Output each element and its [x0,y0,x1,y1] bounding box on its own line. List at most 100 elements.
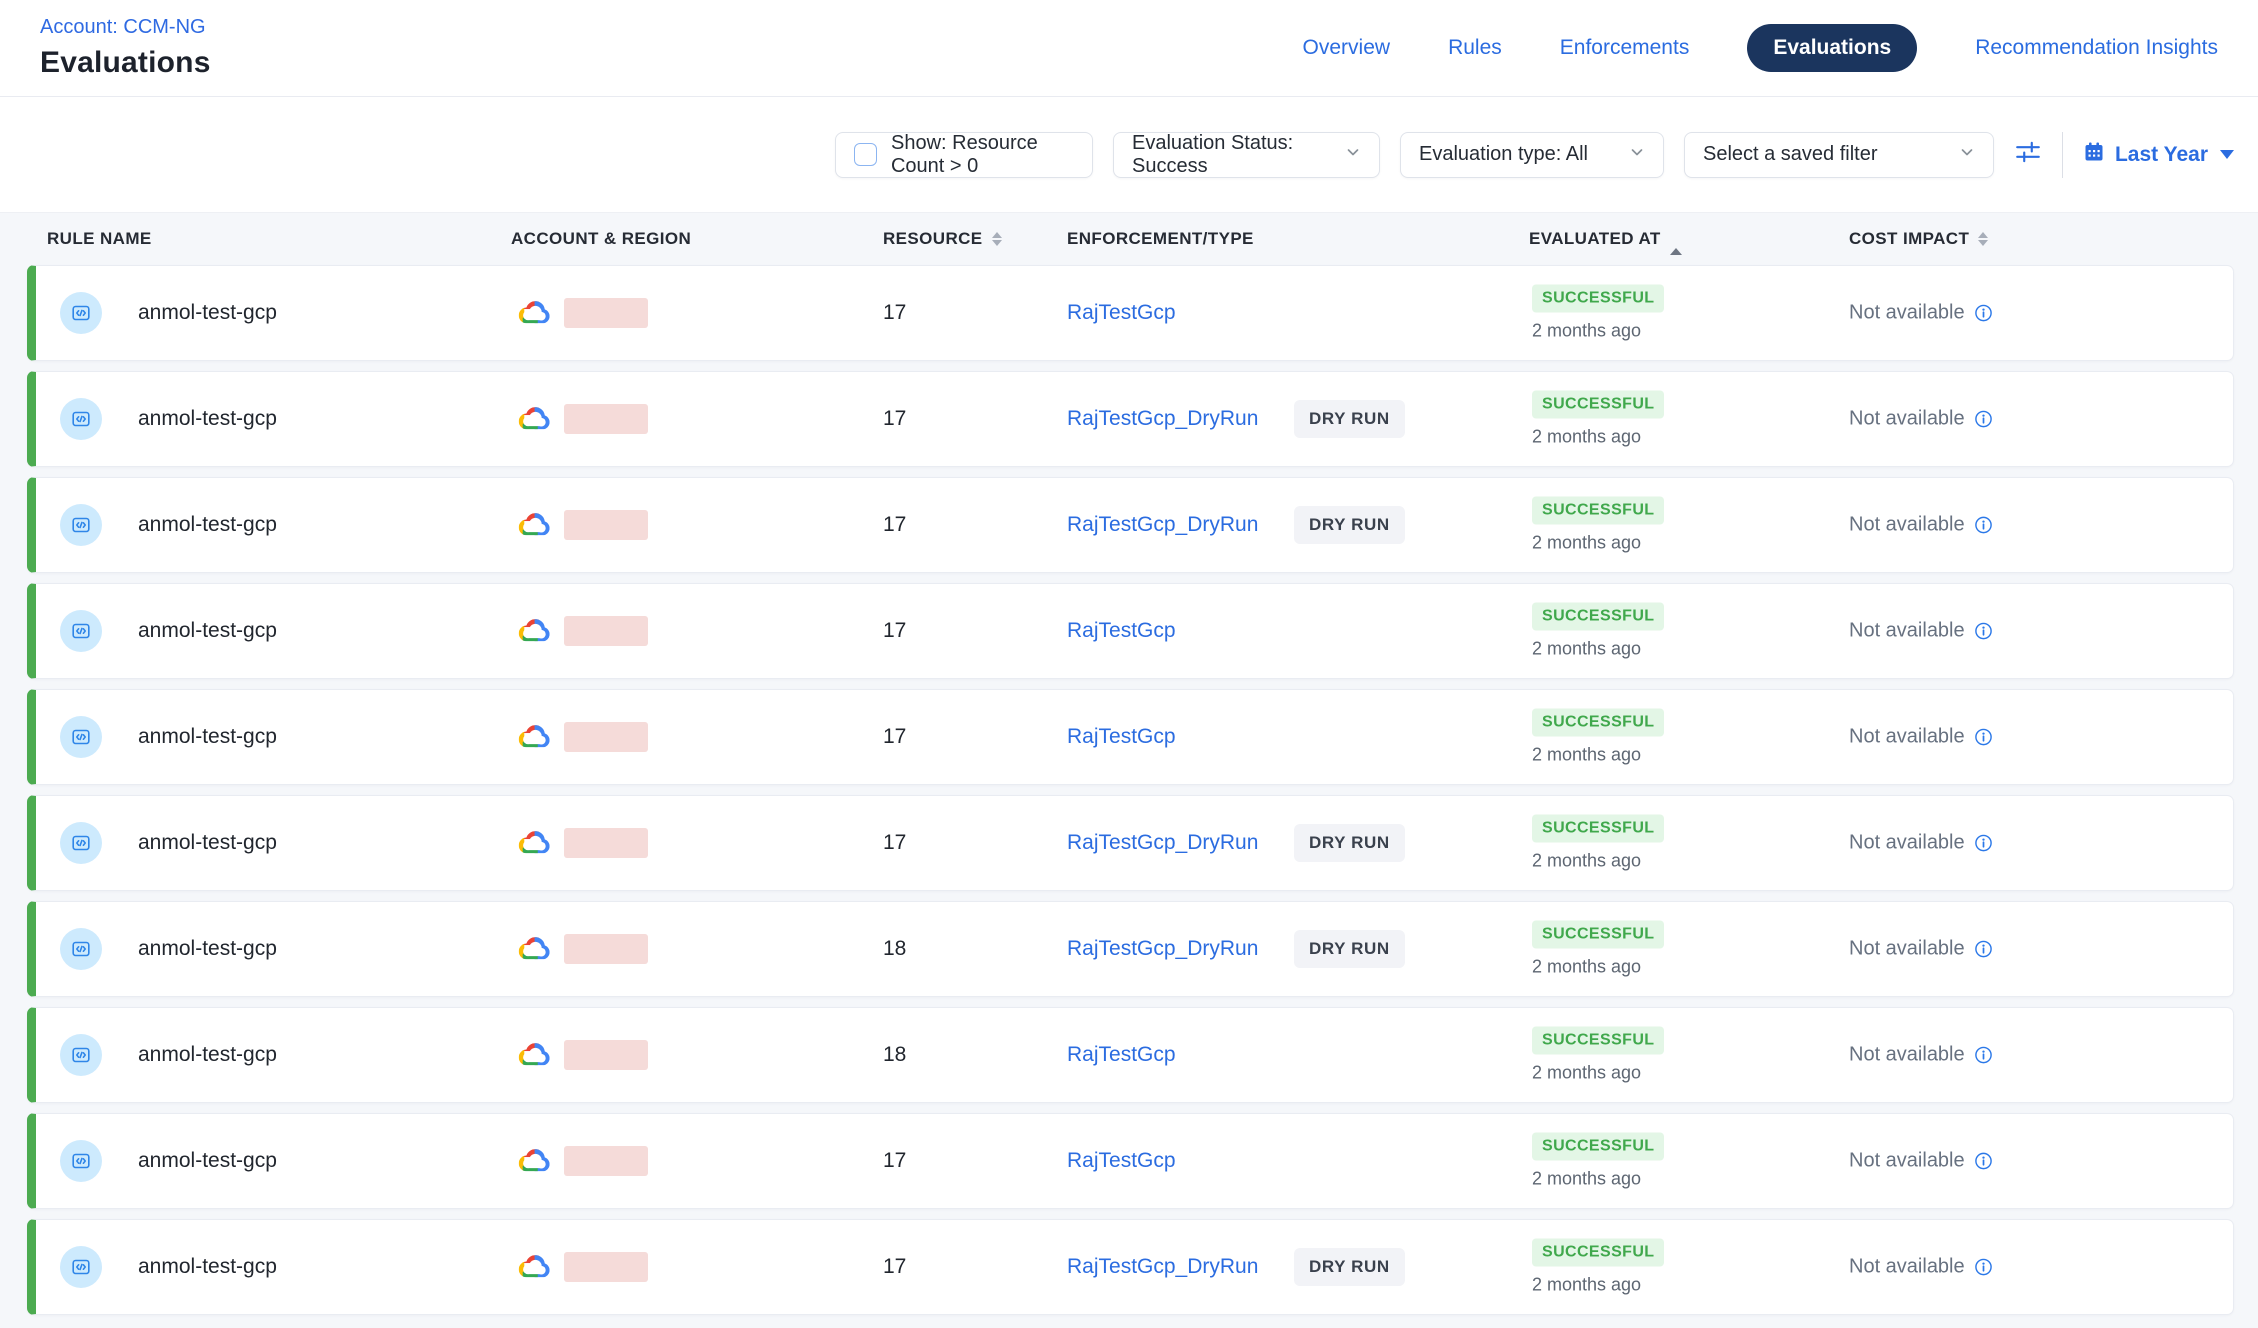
resource-count-filter[interactable]: Show: Resource Count > 0 [835,132,1093,178]
enforcement-link[interactable]: RajTestGcp_DryRun [1067,513,1258,537]
top-bar: Account: CCM-NG Evaluations Overview Rul… [0,0,2258,97]
tab-overview[interactable]: Overview [1303,36,1391,60]
rule-name: anmol-test-gcp [138,1043,277,1067]
resource-count-checkbox[interactable] [854,143,877,166]
status-badge: SUCCESSFUL [1532,921,1664,949]
enforcement-link[interactable]: RajTestGcp [1067,1149,1176,1173]
rule-name: anmol-test-gcp [138,725,277,749]
rule-icon [60,1246,102,1288]
table-row[interactable]: anmol-test-gcp 17 R [27,265,2234,361]
enforcement-link[interactable]: RajTestGcp_DryRun [1067,831,1258,855]
cost-impact-value: Not available [1849,1044,1965,1067]
resource-count: 18 [883,1043,906,1067]
info-icon[interactable] [1974,304,1993,323]
date-range-selector[interactable]: Last Year [2083,141,2234,168]
column-header-evaluated-at[interactable]: EVALUATED AT [1529,229,1682,249]
info-icon[interactable] [1974,1046,1993,1065]
table-row[interactable]: anmol-test-gcp 17 R [27,583,2234,679]
enforcement-link[interactable]: RajTestGcp [1067,725,1176,749]
gcp-cloud-icon [514,297,552,329]
chevron-down-icon [1629,143,1645,166]
evaluated-at-cell: SUCCESSFUL 2 months ago [1532,285,1664,342]
rule-icon [60,610,102,652]
rule-name: anmol-test-gcp [138,619,277,643]
chevron-down-icon [1345,143,1361,166]
cost-impact-cell: Not available [1849,620,1993,643]
info-icon[interactable] [1974,728,1993,747]
tab-recommendation-insights[interactable]: Recommendation Insights [1975,36,2218,60]
gcp-cloud-icon [514,1145,552,1177]
cost-impact-cell: Not available [1849,938,1993,961]
resource-count: 17 [883,407,906,431]
sort-icon[interactable] [1978,232,1988,246]
gcp-cloud-icon [514,827,552,859]
table-row[interactable]: anmol-test-gcp 18 R [27,901,2234,997]
resource-count-label: Show: Resource Count > 0 [891,132,1074,178]
info-icon[interactable] [1974,410,1993,429]
info-icon[interactable] [1974,940,1993,959]
table-row[interactable]: anmol-test-gcp 18 R [27,1007,2234,1103]
status-badge: SUCCESSFUL [1532,815,1664,843]
saved-filter-dropdown[interactable]: Select a saved filter [1684,132,1994,178]
column-header-resource[interactable]: RESOURCE [883,229,1002,249]
cost-impact-value: Not available [1849,514,1965,537]
enforcement-link[interactable]: RajTestGcp_DryRun [1067,407,1258,431]
table-row[interactable]: anmol-test-gcp 17 R [27,689,2234,785]
cost-impact-cell: Not available [1849,1044,1993,1067]
column-header-account-region: ACCOUNT & REGION [511,229,691,249]
cost-impact-value: Not available [1849,620,1965,643]
cost-impact-value: Not available [1849,938,1965,961]
enforcement-link[interactable]: RajTestGcp [1067,1043,1176,1067]
column-header-enforcement-type: ENFORCEMENT/TYPE [1067,229,1254,249]
enforcement-type-cell: DRY RUN [1294,400,1405,438]
table-row[interactable]: anmol-test-gcp 17 R [27,795,2234,891]
evaluated-time: 2 months ago [1532,957,1641,978]
tab-enforcements[interactable]: Enforcements [1560,36,1690,60]
enforcement-link[interactable]: RajTestGcp [1067,619,1176,643]
saved-filter-label: Select a saved filter [1703,143,1878,166]
account-name-redacted [564,828,648,858]
sort-icon[interactable] [992,232,1002,246]
cost-impact-cell: Not available [1849,832,1993,855]
breadcrumb[interactable]: Account: CCM-NG [40,16,211,39]
evaluated-at-cell: SUCCESSFUL 2 months ago [1532,497,1664,554]
enforcement-link[interactable]: RajTestGcp_DryRun [1067,1255,1258,1279]
account-name-redacted [564,404,648,434]
nav-tabs: Overview Rules Enforcements Evaluations … [1303,24,2218,72]
status-badge: SUCCESSFUL [1532,603,1664,631]
table-row[interactable]: anmol-test-gcp 17 R [27,1219,2234,1315]
gcp-cloud-icon [514,1039,552,1071]
info-icon[interactable] [1974,1152,1993,1171]
gcp-cloud-icon [514,403,552,435]
info-icon[interactable] [1974,516,1993,535]
cost-impact-value: Not available [1849,408,1965,431]
sort-ascending-icon[interactable] [1670,229,1682,249]
enforcement-link[interactable]: RajTestGcp [1067,301,1176,325]
resource-count: 17 [883,725,906,749]
table-row[interactable]: anmol-test-gcp 17 R [27,371,2234,467]
resource-count: 17 [883,1149,906,1173]
evaluation-type-dropdown[interactable]: Evaluation type: All [1400,132,1664,178]
evaluation-status-label: Evaluation Status: Success [1132,132,1345,178]
table-row[interactable]: anmol-test-gcp 17 R [27,1113,2234,1209]
dry-run-badge: DRY RUN [1294,824,1405,862]
evaluated-at-cell: SUCCESSFUL 2 months ago [1532,603,1664,660]
evaluation-type-label: Evaluation type: All [1419,143,1588,166]
status-badge: SUCCESSFUL [1532,709,1664,737]
evaluation-status-dropdown[interactable]: Evaluation Status: Success [1113,132,1380,178]
cost-impact-cell: Not available [1849,1256,1993,1279]
tab-rules[interactable]: Rules [1448,36,1502,60]
info-icon[interactable] [1974,834,1993,853]
rule-icon [60,1140,102,1182]
info-icon[interactable] [1974,1258,1993,1277]
rule-icon [60,716,102,758]
tab-evaluations[interactable]: Evaluations [1747,24,1917,72]
evaluated-time: 2 months ago [1532,745,1641,766]
info-icon[interactable] [1974,622,1993,641]
filter-settings-button[interactable] [2014,138,2042,171]
filter-bar: Show: Resource Count > 0 Evaluation Stat… [0,97,2258,213]
caret-down-icon [2220,150,2234,159]
enforcement-link[interactable]: RajTestGcp_DryRun [1067,937,1258,961]
table-row[interactable]: anmol-test-gcp 17 R [27,477,2234,573]
column-header-cost-impact[interactable]: COST IMPACT [1849,229,1988,249]
